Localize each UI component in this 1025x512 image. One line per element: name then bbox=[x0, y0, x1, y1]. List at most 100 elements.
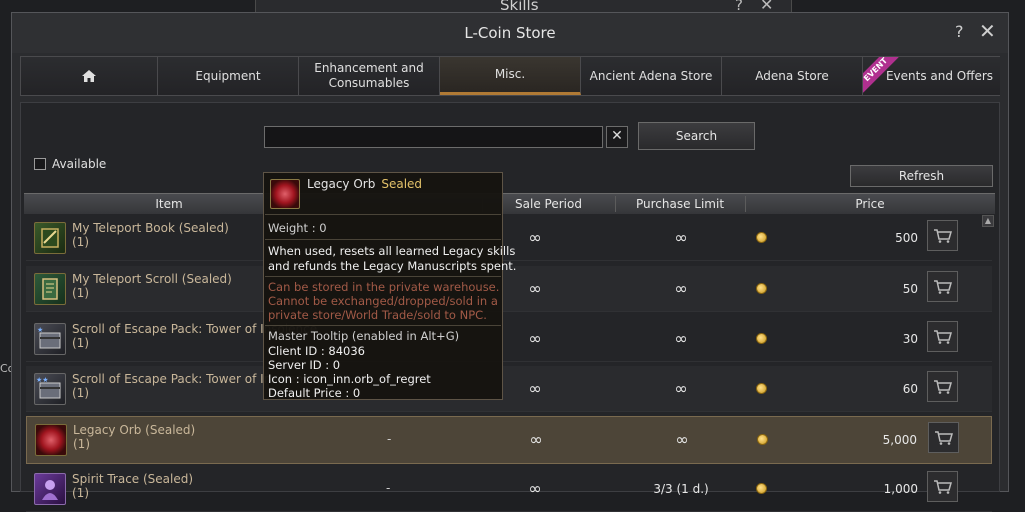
home-icon bbox=[82, 70, 96, 82]
tooltip-divider bbox=[265, 276, 501, 277]
clear-search-button[interactable]: ✕ bbox=[606, 126, 628, 148]
tooltip-icon-name: Icon : icon_inn.orb_of_regret bbox=[268, 372, 431, 386]
tooltip-item-name: Legacy Orb bbox=[307, 177, 376, 191]
teleport-scroll-icon bbox=[34, 273, 66, 305]
tooltip-weight: Weight : 0 bbox=[268, 221, 327, 235]
purchase-limit: 3/3 (1 d.) bbox=[653, 482, 709, 496]
item-name: My Teleport Scroll (Sealed) bbox=[72, 272, 232, 286]
tab-equipment[interactable]: Equipment bbox=[158, 57, 299, 95]
tab-label: Ancient Adena Store bbox=[589, 68, 713, 83]
legacy-orb-icon bbox=[270, 179, 300, 209]
price: 30 bbox=[902, 332, 918, 346]
lcoin-icon bbox=[756, 483, 767, 494]
purchase-limit: ∞ bbox=[675, 430, 689, 449]
lcoin-icon bbox=[757, 434, 768, 445]
purchase-limit: ∞ bbox=[674, 279, 688, 298]
lcoin-icon bbox=[756, 283, 767, 294]
search-button[interactable]: Search bbox=[638, 122, 755, 150]
table-row-selected[interactable]: Legacy Orb (Sealed) (1) - ∞ ∞ 5,000 bbox=[26, 416, 992, 464]
escape-pack-icon: ★★ bbox=[34, 373, 66, 405]
lcoin-icon bbox=[756, 383, 767, 394]
table-header: Item Sale Period Purchase Limit Price bbox=[24, 193, 995, 214]
price: 60 bbox=[902, 382, 918, 396]
item-dash: - bbox=[387, 432, 392, 446]
sale-period: ∞ bbox=[528, 228, 542, 247]
item-dash: - bbox=[386, 481, 391, 495]
tab-label: Adena Store bbox=[755, 68, 829, 83]
tooltip-divider bbox=[265, 239, 501, 240]
tooltip-sealed-status: Sealed bbox=[381, 177, 423, 191]
legacy-orb-icon bbox=[35, 424, 67, 456]
price: 1,000 bbox=[883, 482, 918, 496]
item-quantity: (1) bbox=[73, 437, 90, 451]
tab-label: Equipment bbox=[195, 68, 261, 83]
buy-cart-button[interactable] bbox=[927, 321, 958, 352]
item-quantity: (1) bbox=[72, 336, 89, 350]
tooltip-restriction: private store/World Trade/sold to NPC. bbox=[268, 308, 487, 322]
close-icon[interactable]: ✕ bbox=[979, 19, 996, 43]
purchase-limit: ∞ bbox=[674, 228, 688, 247]
tab-label: Misc. bbox=[494, 67, 526, 81]
item-quantity: (1) bbox=[72, 235, 89, 249]
header-price[interactable]: Price bbox=[745, 197, 995, 211]
tooltip-master-title: Master Tooltip (enabled in Alt+G) bbox=[268, 329, 460, 343]
cart-icon bbox=[933, 329, 952, 344]
svg-text:★: ★ bbox=[37, 326, 43, 334]
tooltip-restriction: Can be stored in the private warehouse. bbox=[268, 280, 500, 294]
buy-cart-button[interactable] bbox=[927, 371, 958, 402]
table-row[interactable]: ★★ Scroll of Escape Pack: Tower of Insol… bbox=[26, 366, 992, 412]
tooltip-description: and refunds the Legacy Manuscripts spent… bbox=[268, 259, 517, 273]
refresh-button[interactable]: Refresh bbox=[850, 165, 993, 187]
item-quantity: (1) bbox=[72, 386, 89, 400]
available-label: Available bbox=[52, 157, 107, 171]
tooltip-client-id: Client ID : 84036 bbox=[268, 344, 365, 358]
item-quantity: (1) bbox=[72, 486, 89, 500]
available-checkbox[interactable] bbox=[34, 158, 46, 170]
tab-enhancement[interactable]: Enhancement and Consumables bbox=[299, 57, 440, 95]
price: 50 bbox=[902, 282, 918, 296]
tooltip-divider bbox=[265, 325, 501, 326]
cart-icon bbox=[933, 479, 952, 494]
sale-period: ∞ bbox=[529, 430, 543, 449]
buy-cart-button[interactable] bbox=[927, 220, 958, 251]
sale-period: ∞ bbox=[528, 279, 542, 298]
sale-period: ∞ bbox=[528, 479, 542, 498]
cart-icon bbox=[934, 430, 953, 445]
window-titlebar[interactable]: L-Coin Store ? ✕ bbox=[12, 13, 1008, 53]
buy-cart-button[interactable] bbox=[927, 471, 958, 502]
teleport-book-icon bbox=[34, 222, 66, 254]
item-name: Spirit Trace (Sealed) bbox=[72, 472, 194, 486]
buy-cart-button[interactable] bbox=[928, 422, 959, 453]
sale-period: ∞ bbox=[528, 379, 542, 398]
price: 500 bbox=[895, 231, 918, 245]
window-title: L-Coin Store bbox=[464, 24, 556, 42]
tab-adena-store[interactable]: Adena Store bbox=[722, 57, 863, 95]
tab-ancient-adena-store[interactable]: Ancient Adena Store bbox=[581, 57, 722, 95]
escape-pack-icon: ★ bbox=[34, 323, 66, 355]
tab-label: Events and Offers bbox=[885, 68, 994, 83]
buy-cart-button[interactable] bbox=[927, 271, 958, 302]
lcoin-icon bbox=[756, 333, 767, 344]
tab-events-offers[interactable]: EVENT Events and Offers bbox=[863, 57, 1000, 95]
tooltip-divider bbox=[265, 214, 501, 215]
header-purchase-limit[interactable]: Purchase Limit bbox=[615, 197, 745, 211]
tab-home[interactable] bbox=[21, 57, 158, 95]
tooltip-server-id: Server ID : 0 bbox=[268, 358, 341, 372]
table-row[interactable]: ★ Scroll of Escape Pack: Tower of Insole… bbox=[26, 316, 992, 362]
search-input[interactable] bbox=[264, 126, 603, 148]
tab-label: Enhancement and Consumables bbox=[314, 61, 424, 90]
store-panel: ✕ Search Available Refresh Item Sale Per… bbox=[20, 102, 1000, 512]
table-row[interactable]: Spirit Trace (Sealed) (1) - ∞ 3/3 (1 d.)… bbox=[26, 466, 992, 512]
purchase-limit: ∞ bbox=[674, 329, 688, 348]
tooltip-description: When used, resets all learned Legacy ski… bbox=[268, 244, 516, 258]
tab-misc[interactable]: Misc. bbox=[440, 57, 581, 95]
item-quantity: (1) bbox=[72, 286, 89, 300]
lcoin-icon bbox=[756, 232, 767, 243]
item-tooltip: Legacy Orb Sealed Weight : 0 When used, r… bbox=[263, 172, 516, 400]
cart-icon bbox=[933, 228, 952, 243]
item-name: Legacy Orb (Sealed) bbox=[73, 423, 196, 437]
tooltip-restriction: Cannot be exchanged/dropped/sold in a bbox=[268, 294, 498, 308]
cart-icon bbox=[933, 379, 952, 394]
spirit-trace-icon bbox=[34, 473, 66, 505]
help-icon[interactable]: ? bbox=[955, 22, 964, 41]
